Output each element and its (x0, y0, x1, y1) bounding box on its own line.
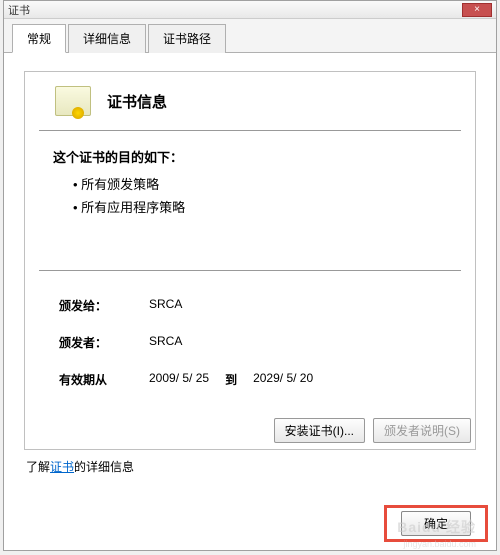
valid-to-value: 2029/ 5/ 20 (253, 371, 313, 388)
install-cert-button[interactable]: 安装证书(I)... (274, 418, 365, 443)
window-title: 证书 (8, 2, 30, 18)
certificate-icon (55, 86, 91, 116)
learn-more-link[interactable]: 证书 (50, 460, 74, 474)
titlebar[interactable]: 证书 × (4, 1, 496, 19)
ok-highlight: 确定 (384, 505, 488, 542)
tab-content: 证书信息 这个证书的目的如下： 所有颁发策略 所有应用程序策略 颁发给： SRC… (4, 53, 496, 501)
learn-more-prefix: 了解 (26, 460, 50, 474)
cert-info-title: 证书信息 (107, 91, 167, 112)
purpose-heading: 这个证书的目的如下： (53, 147, 447, 166)
valid-from-value: 2009/ 5/ 25 (149, 371, 209, 388)
valid-to-label: 到 (225, 371, 237, 388)
valid-from-label: 有效期从 (59, 371, 149, 388)
purpose-section: 这个证书的目的如下： 所有颁发策略 所有应用程序策略 (39, 131, 461, 271)
cert-header: 证书信息 (39, 72, 461, 131)
close-button[interactable]: × (462, 3, 492, 17)
cert-button-row: 安装证书(I)... 颁发者说明(S) (25, 408, 475, 449)
ok-button[interactable]: 确定 (401, 511, 471, 536)
issued-to-value: SRCA (149, 297, 441, 314)
tab-details[interactable]: 详细信息 (68, 24, 146, 53)
purpose-list: 所有颁发策略 所有应用程序策略 (53, 172, 447, 218)
issued-to-row: 颁发给： SRCA (53, 287, 447, 324)
learn-more-line: 了解证书的详细信息 (24, 450, 476, 489)
dialog-button-row: 确定 (4, 501, 496, 550)
learn-more-suffix: 的详细信息 (74, 460, 134, 474)
certificate-dialog: 证书 × 常规 详细信息 证书路径 证书信息 这个证书的目的如下： 所有颁发策略… (3, 0, 497, 551)
details-section: 颁发给： SRCA 颁发者： SRCA 有效期从 2009/ 5/ 25 到 2… (39, 271, 461, 408)
purpose-item: 所有应用程序策略 (73, 195, 447, 218)
issued-by-value: SRCA (149, 334, 441, 351)
issuer-statement-button: 颁发者说明(S) (373, 418, 471, 443)
validity-row: 有效期从 2009/ 5/ 25 到 2029/ 5/ 20 (53, 361, 447, 398)
tab-general[interactable]: 常规 (12, 24, 66, 53)
cert-info-box: 证书信息 这个证书的目的如下： 所有颁发策略 所有应用程序策略 颁发给： SRC… (24, 71, 476, 450)
purpose-item: 所有颁发策略 (73, 172, 447, 195)
issued-by-label: 颁发者： (59, 334, 149, 351)
tab-strip: 常规 详细信息 证书路径 (4, 19, 496, 53)
issued-by-row: 颁发者： SRCA (53, 324, 447, 361)
tab-cert-path[interactable]: 证书路径 (148, 24, 226, 53)
issued-to-label: 颁发给： (59, 297, 149, 314)
